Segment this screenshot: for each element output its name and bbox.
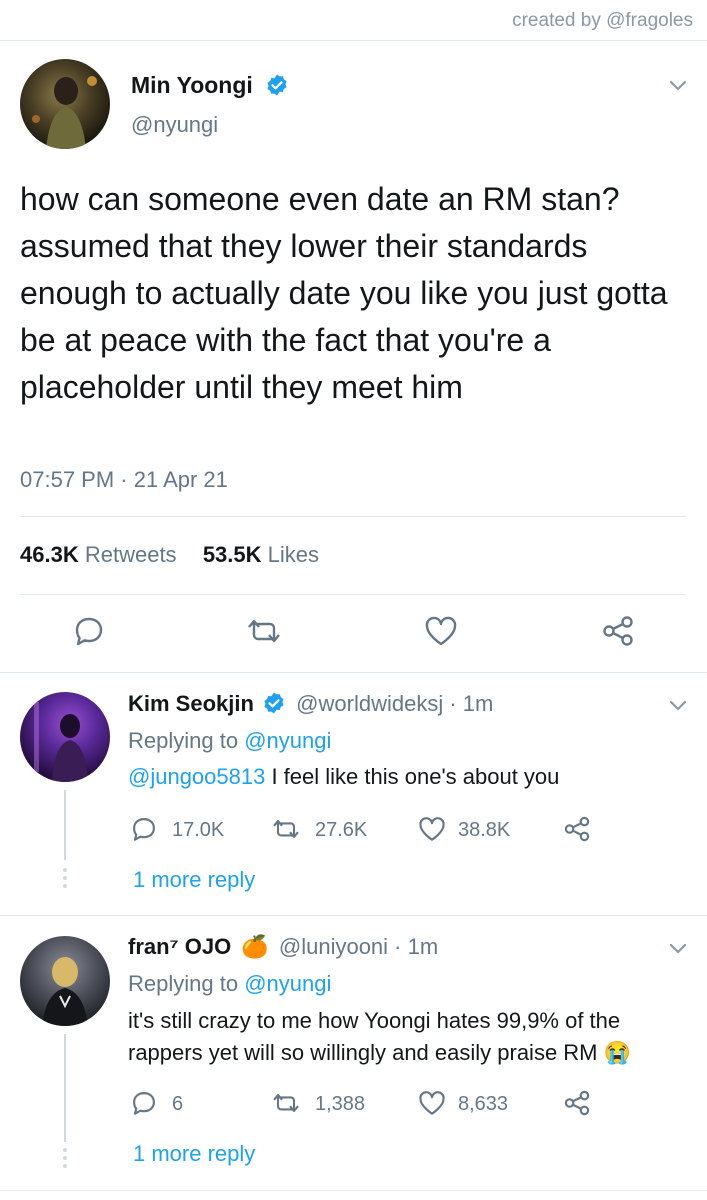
avatar[interactable] [20,692,110,782]
retweet-icon[interactable] [244,614,284,648]
crying-emoji-icon: 😭 [603,1040,632,1065]
reply-icon[interactable] [72,614,106,648]
more-replies-link[interactable]: 1 more reply [133,867,255,893]
replying-to-link[interactable]: @nyungi [244,971,331,996]
divider [20,516,686,517]
more-replies-link[interactable]: 1 more reply [133,1141,255,1167]
thread-dot [63,1156,67,1160]
avatar-image [42,957,88,1026]
reply-text-line-2: rappers yet will so willingly and easily… [128,1040,632,1065]
likes-stat[interactable]: 53.5K Likes [203,542,319,567]
main-tweet-text: how can someone even date an RM stan? as… [20,181,668,405]
thread-dot [63,884,67,888]
divider [0,1190,707,1191]
avatar-image [32,76,97,149]
like-count: 38.8K [458,819,511,841]
reply-author-line: fran⁷ OJO 🍊 @luniyooni · 1m [128,934,438,960]
replying-to: Replying to @nyungi [128,728,332,753]
thread-dot [63,876,67,880]
credit-text: created by @fragoles [512,10,693,31]
share-icon[interactable] [600,614,636,648]
reply-count: 17.0K [172,819,225,841]
like-count: 8,633 [458,1093,509,1115]
top-divider [0,40,707,41]
verified-badge-icon [267,74,287,96]
thread-line [64,1034,66,1142]
avatar-image [34,702,88,782]
reply-author-name[interactable]: fran⁷ OJO [128,934,231,959]
retweet-icon[interactable] [270,815,302,843]
reply-author-name[interactable]: Kim Seokjin [128,691,254,716]
reply-icon[interactable] [130,1089,158,1117]
main-tweet-handle[interactable]: @nyungi [131,112,218,138]
reply-icon[interactable] [130,815,158,843]
share-icon[interactable] [562,815,592,843]
like-heart-icon[interactable] [417,1089,447,1117]
reply-count: 6 [172,1093,184,1115]
reply-text: @jungoo5813 I feel like this one's about… [128,764,560,789]
thread-dot [63,1148,67,1152]
main-tweet-stats: 46.3K Retweets 53.5K Likes [20,542,319,568]
thread-dot [63,868,67,872]
replying-to-link[interactable]: @nyungi [244,728,331,753]
retweet-count: 1,388 [315,1093,366,1115]
avatar[interactable] [20,936,110,1026]
like-heart-icon[interactable] [423,614,459,648]
reply-text-line-1: it's still crazy to me how Yoongi hates … [128,1008,621,1033]
avatar[interactable] [20,59,110,149]
retweets-stat[interactable]: 46.3K Retweets [20,542,177,567]
reply-author-line: Kim Seokjin @worldwideksj · 1m [128,691,493,717]
mention-link[interactable]: @jungoo5813 [128,764,265,789]
chevron-down-icon[interactable] [669,80,687,92]
retweet-count: 27.6K [315,819,368,841]
reply-handle-time[interactable]: @luniyooni · 1m [279,934,438,959]
divider [0,672,707,673]
orange-emoji-icon: 🍊 [241,934,269,959]
replying-to: Replying to @nyungi [128,971,332,996]
retweet-icon[interactable] [270,1089,302,1117]
divider [20,594,686,595]
divider [0,915,707,916]
reply-handle-time[interactable]: @worldwideksj · 1m [296,691,493,716]
like-heart-icon[interactable] [417,815,447,843]
thread-line [64,790,66,860]
thread-dot [63,1164,67,1168]
chevron-down-icon[interactable] [669,700,687,712]
main-tweet-author-name[interactable]: Min Yoongi [131,72,289,99]
verified-badge-icon [264,692,284,714]
chevron-down-icon[interactable] [669,943,687,955]
share-icon[interactable] [562,1089,592,1117]
main-tweet-timestamp: 07:57 PM · 21 Apr 21 [20,467,228,492]
